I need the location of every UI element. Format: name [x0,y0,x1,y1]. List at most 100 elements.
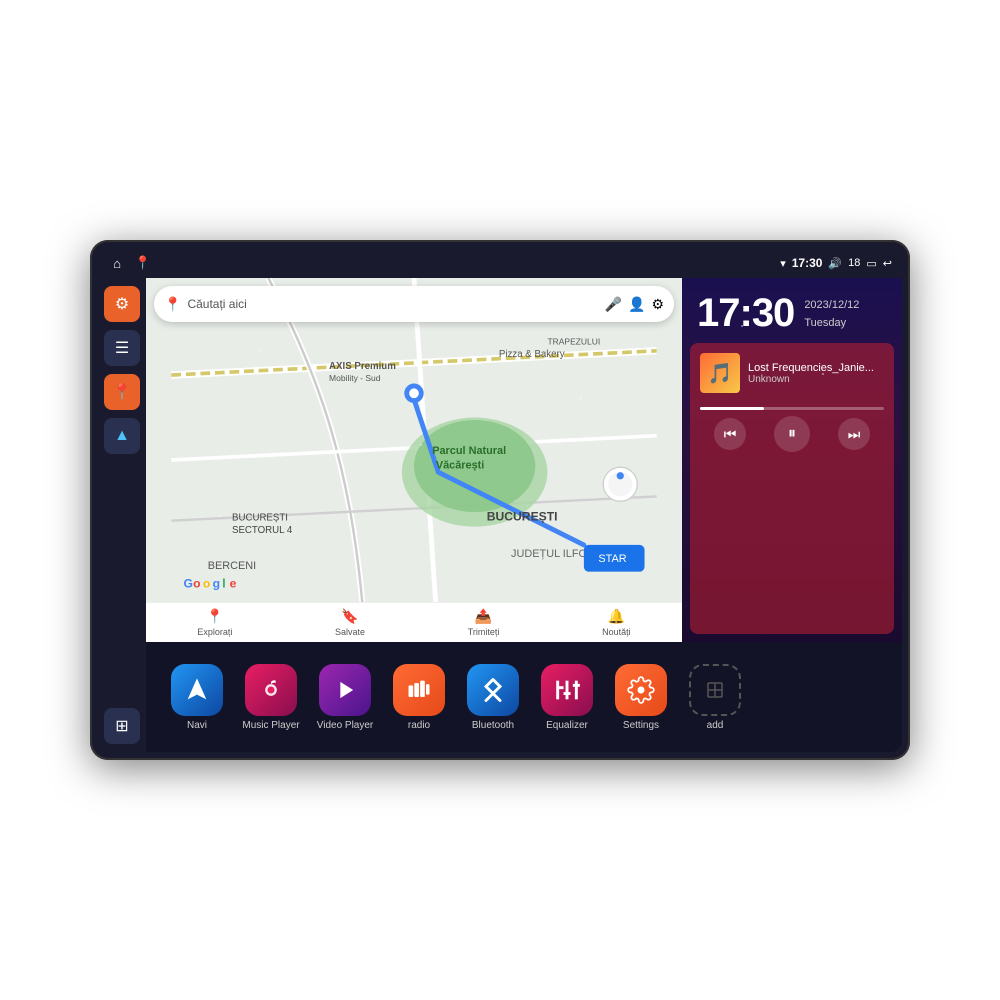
settings-map-icon[interactable]: ⚙ [651,296,664,313]
news-icon: 🔔 [608,608,625,625]
svg-text:BERCENI: BERCENI [208,560,256,572]
center-right: 📍 Căutați aici 🎤 👤 ⚙ [146,278,902,752]
map-search-bar[interactable]: 📍 Căutați aici 🎤 👤 ⚙ [154,286,674,322]
svg-text:Mobility - Sud: Mobility - Sud [329,373,381,383]
device: ⌂ 📍 ▾ 17:30 🔊 18 ▭ ↩ ⚙ ☰ [90,240,910,760]
app-equalizer[interactable]: Equalizer [532,664,602,731]
app-radio[interactable]: radio [384,664,454,731]
menu-sidebar-btn[interactable]: ☰ [104,330,140,366]
settings-sidebar-icon: ⚙ [115,294,129,314]
svg-text:l: l [222,576,225,590]
settings-sidebar-btn[interactable]: ⚙ [104,286,140,322]
app-bluetooth[interactable]: Bluetooth [458,664,528,731]
map-panel[interactable]: 📍 Căutați aici 🎤 👤 ⚙ [146,278,682,642]
app-video[interactable]: Video Player [310,664,380,731]
google-maps-pin-icon: 📍 [164,296,181,313]
location-sidebar-btn[interactable]: 📍 [104,374,140,410]
svg-text:o: o [203,576,210,590]
app-grid: Navi Music Player Video Player [146,642,902,752]
svg-text:AXIS Premium: AXIS Premium [329,361,396,372]
settings-label: Settings [623,720,659,731]
svg-text:BUCUREȘTI: BUCUREȘTI [232,513,288,524]
app-music[interactable]: Music Player [236,664,306,731]
music-text: Lost Frequencies_Janie... Unknown [748,362,884,385]
app-add[interactable]: add [680,664,750,731]
music-label: Music Player [242,720,299,731]
pause-button[interactable]: ⏸ [774,416,810,452]
svg-text:g: g [213,576,220,590]
send-icon: 📤 [475,608,492,625]
svg-text:G: G [183,576,192,590]
svg-text:Parcul Natural: Parcul Natural [432,445,506,457]
top-panels: 📍 Căutați aici 🎤 👤 ⚙ [146,278,902,642]
map-nav-saved[interactable]: 🔖 Salvate [335,608,365,637]
clock-time: 17:30 [697,293,794,333]
clock-date-value: 2023/12/12 [804,299,859,311]
navi-label: Navi [187,720,207,731]
settings-app-icon [615,664,667,716]
right-panel: 17:30 2023/12/12 Tuesday 🎵 Lost Frequenc… [682,278,902,642]
navigate-sidebar-btn[interactable]: ▲ [104,418,140,454]
svg-text:TRAPEZULUI: TRAPEZULUI [547,337,600,347]
map-nav-news[interactable]: 🔔 Noutăți [602,608,631,637]
menu-sidebar-icon: ☰ [115,338,129,358]
map-bottom-nav: 📍 Explorați 🔖 Salvate 📤 Trimiteți [146,602,682,642]
music-title: Lost Frequencies_Janie... [748,362,884,374]
radio-icon [393,664,445,716]
clock-day-value: Tuesday [804,317,846,329]
prev-button[interactable]: ⏮ [714,418,746,450]
svg-text:SECTORUL 4: SECTORUL 4 [232,525,293,536]
music-controls: ⏮ ⏸ ⏭ [700,416,884,452]
navigate-sidebar-icon: ▲ [114,427,130,445]
left-sidebar: ⚙ ☰ 📍 ▲ ⊞ [98,278,146,752]
battery-icon: ▭ [866,257,876,270]
news-label: Noutăți [602,627,631,637]
equalizer-icon [541,664,593,716]
status-bar: ⌂ 📍 ▾ 17:30 🔊 18 ▭ ↩ [98,248,902,278]
map-nav-send[interactable]: 📤 Trimiteți [468,608,500,637]
video-label: Video Player [317,720,374,731]
explore-label: Explorați [197,627,232,637]
progress-fill [700,407,764,410]
saved-icon: 🔖 [341,608,358,625]
home-icon[interactable]: ⌂ [108,254,126,272]
battery-level: 18 [848,257,860,269]
account-icon[interactable]: 👤 [628,296,645,313]
main-content: ⚙ ☰ 📍 ▲ ⊞ [98,278,902,752]
status-time: 17:30 [792,256,823,270]
map-search-text[interactable]: Căutați aici [187,297,598,311]
next-button[interactable]: ⏭ [838,418,870,450]
svg-text:BUCUREȘTI: BUCUREȘTI [487,510,558,524]
app-settings[interactable]: Settings [606,664,676,731]
svg-text:Văcărești: Văcărești [436,459,485,471]
apps-sidebar-btn[interactable]: ⊞ [104,708,140,744]
video-icon [319,664,371,716]
music-artist: Unknown [748,374,884,385]
add-icon [689,664,741,716]
mic-icon[interactable]: 🎤 [605,296,622,313]
back-icon[interactable]: ↩ [883,257,892,270]
radio-label: radio [408,720,430,731]
clock-date: 2023/12/12 Tuesday [804,297,859,332]
music-info: 🎵 Lost Frequencies_Janie... Unknown [700,353,884,393]
send-label: Trimiteți [468,627,500,637]
app-navi[interactable]: Navi [162,664,232,731]
map-nav-explore[interactable]: 📍 Explorați [197,608,232,637]
navi-icon [171,664,223,716]
equalizer-label: Equalizer [546,720,588,731]
location-sidebar-icon: 📍 [112,382,132,402]
maps-shortcut-icon[interactable]: 📍 [134,254,152,272]
apps-sidebar-icon: ⊞ [115,716,128,736]
saved-label: Salvate [335,627,365,637]
screen: ⌂ 📍 ▾ 17:30 🔊 18 ▭ ↩ ⚙ ☰ [98,248,902,752]
clock-section: 17:30 2023/12/12 Tuesday [682,278,902,343]
wifi-icon: ▾ [780,257,786,270]
music-progress-bar[interactable] [700,407,884,410]
svg-text:e: e [230,576,237,590]
bluetooth-label: Bluetooth [472,720,514,731]
svg-text:o: o [193,576,200,590]
music-icon [245,664,297,716]
svg-text:STAR: STAR [598,553,626,565]
svg-text:Pizza & Bakery: Pizza & Bakery [499,349,565,360]
add-label: add [707,720,724,731]
